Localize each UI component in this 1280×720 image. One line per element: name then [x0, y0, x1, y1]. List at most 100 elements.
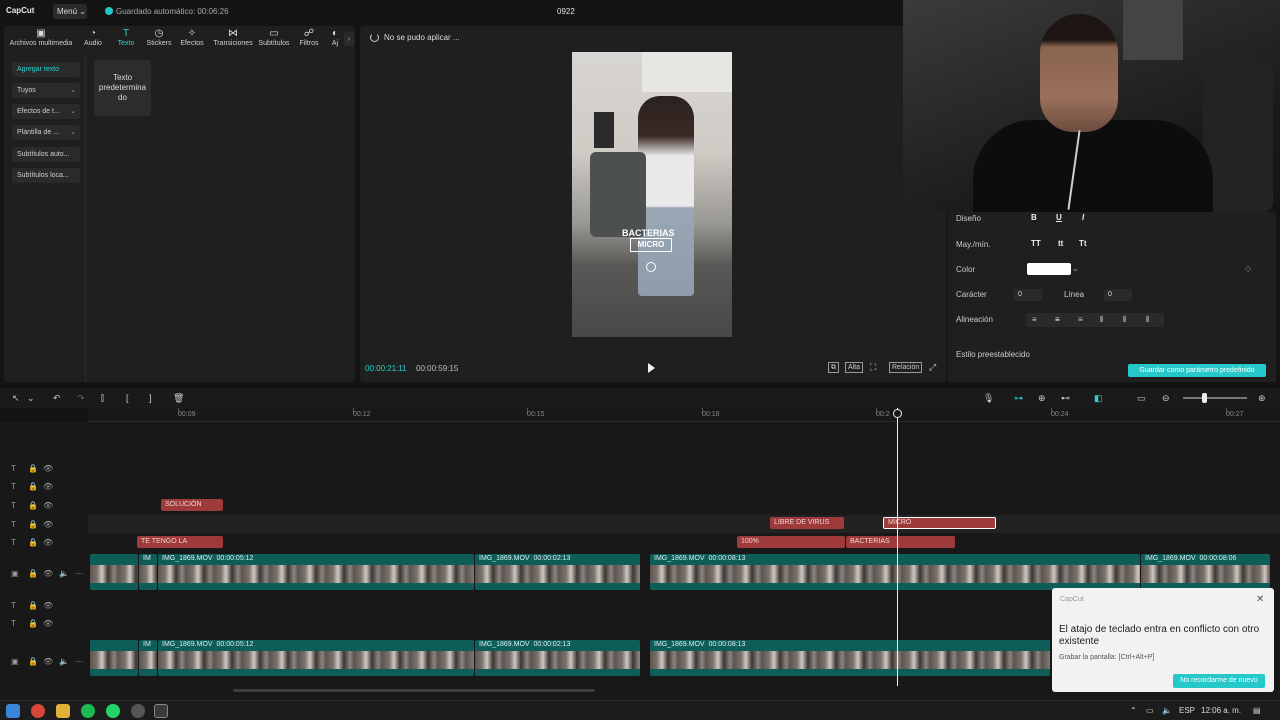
keyframe-icon[interactable]: ◇	[1245, 264, 1251, 273]
undo-icon[interactable]: ↶	[53, 393, 61, 403]
speaker-icon[interactable]: 🔈	[59, 657, 69, 666]
eye-icon[interactable]: 👁	[43, 538, 53, 547]
text-clip[interactable]: BACTERIAS	[846, 536, 955, 548]
vertical-align-bottom-icon[interactable]: ⫴	[1146, 315, 1149, 325]
sidebar-item-templates[interactable]: Plantilla de ... ⌄	[12, 125, 80, 140]
text-clip[interactable]: LIBRE DE VIRUS	[770, 517, 844, 529]
file-explorer-icon[interactable]	[56, 704, 70, 718]
sidebar-item-auto-subtitles[interactable]: Subtítulos auto...	[12, 147, 80, 162]
line-spacing-input[interactable]: 0	[1104, 289, 1132, 301]
rotate-handle-icon[interactable]	[646, 262, 656, 272]
eye-icon[interactable]: 👁	[43, 520, 53, 529]
lock-icon[interactable]: 🔒	[28, 538, 38, 547]
chevron-down-icon[interactable]: ⌄	[1072, 264, 1079, 273]
video-clip[interactable]: IMG_1869.MOV 00:00:08:13	[650, 640, 1050, 676]
timeline-ruler[interactable]: 00:09 00:12 00:15 00:18 00:2 00:24 00:27	[88, 408, 1280, 422]
ratio-button[interactable]: Relación	[889, 362, 923, 373]
split-icon[interactable]: ⫿	[101, 393, 104, 403]
zoom-out-icon[interactable]: ⊖	[1162, 393, 1170, 403]
preview-axis-icon[interactable]: ⊷	[1061, 393, 1070, 403]
dont-remind-button[interactable]: No recordarme de nuevo	[1173, 674, 1265, 688]
tabs-scroll-right-icon[interactable]: ›	[344, 32, 354, 46]
text-clip-selected[interactable]: MICRO	[883, 517, 996, 529]
zoom-in-icon[interactable]: ⊕	[1258, 393, 1266, 403]
character-spacing-input[interactable]: 0	[1014, 289, 1042, 301]
windows-start-icon[interactable]	[6, 704, 20, 718]
align-left-icon[interactable]: ≡	[1032, 315, 1037, 324]
lock-icon[interactable]: 🔒	[28, 464, 38, 473]
whatsapp-icon[interactable]	[106, 704, 120, 718]
save-preset-button[interactable]: Guardar como parámetro predefinido	[1128, 364, 1266, 377]
video-clip[interactable]: IMG_1869.MOV 00:00:05:12	[158, 640, 474, 676]
video-clip[interactable]: IMG_1869.MOV 00:00:05:12	[158, 554, 474, 590]
tab-effects[interactable]: ✧ Efectos	[177, 28, 207, 47]
fullscreen-icon[interactable]: ⤢	[929, 362, 936, 373]
video-clip[interactable]	[90, 640, 138, 676]
link-icon[interactable]: ⊕	[1038, 393, 1046, 403]
video-clip[interactable]: IMG_1869.MOV 00:00:08:13	[650, 554, 1140, 590]
sidebar-item-local-subtitles[interactable]: Subtítulos loca...	[12, 168, 80, 183]
close-icon[interactable]: ✕	[1256, 594, 1264, 605]
chrome-icon[interactable]	[31, 704, 45, 718]
redo-icon[interactable]: ↷	[77, 393, 85, 403]
case-lower-button[interactable]: tt	[1058, 239, 1063, 248]
overlay-text-bacterias[interactable]: BACTERIAS	[622, 228, 675, 238]
case-title-button[interactable]: Tt	[1079, 239, 1087, 248]
notification-icon[interactable]: ▤	[1253, 706, 1261, 715]
playhead[interactable]	[897, 408, 898, 686]
tab-text[interactable]: T Texto	[112, 28, 140, 47]
playhead-handle[interactable]	[893, 409, 902, 418]
lock-icon[interactable]: 🔒	[28, 657, 38, 666]
case-upper-button[interactable]: TT	[1031, 239, 1041, 248]
default-text-tile[interactable]: Texto predetermina do	[94, 60, 151, 116]
lock-icon[interactable]: 🔒	[28, 601, 38, 610]
italic-button[interactable]: I	[1082, 213, 1084, 222]
magnet-icon[interactable]: ⊶	[1014, 393, 1023, 403]
eye-icon[interactable]: 👁	[43, 464, 53, 473]
vertical-align-center-icon[interactable]: ⫴	[1123, 315, 1126, 325]
capcut-taskbar-icon[interactable]	[154, 704, 168, 718]
tab-transitions[interactable]: ⋈ Transiciones	[210, 28, 256, 47]
eye-icon[interactable]: 👁	[43, 501, 53, 510]
video-clip[interactable]: IMG_1869.MOV 00:00:08:06	[1141, 554, 1270, 590]
menu-button[interactable]: Menú ⌄	[53, 4, 87, 19]
video-clip[interactable]: IMG_1869.MOV 00:00:02:13	[475, 554, 640, 590]
tab-audio[interactable]: ◔ Audio	[80, 28, 106, 47]
tab-stickers[interactable]: ◷ Stickers	[144, 28, 174, 47]
sidebar-item-text-effects[interactable]: Efectos de t... ⌄	[12, 104, 80, 119]
select-tool-icon[interactable]: ↖	[12, 393, 20, 403]
preview-status[interactable]: No se pudo aplicar ...	[384, 33, 460, 42]
trim-left-icon[interactable]: [	[126, 393, 129, 403]
lock-icon[interactable]: 🔒	[28, 569, 38, 578]
vertical-align-top-icon[interactable]: ⫴	[1100, 315, 1103, 325]
video-clip[interactable]: IM	[139, 640, 157, 676]
video-clip[interactable]	[90, 554, 138, 590]
eye-icon[interactable]: 👁	[43, 601, 53, 610]
timeline-scrollbar[interactable]	[233, 689, 595, 692]
text-clip[interactable]: SOLUCIÓN	[161, 499, 223, 511]
network-icon[interactable]: ▭	[1146, 706, 1154, 715]
chevron-down-icon[interactable]: ⌄	[27, 393, 35, 403]
snap-icon[interactable]: ◧	[1094, 393, 1103, 403]
lock-icon[interactable]: 🔒	[28, 501, 38, 510]
lock-icon[interactable]: 🔒	[28, 520, 38, 529]
tab-subtitles[interactable]: ▭ Subtítulos	[256, 28, 292, 47]
fit-icon[interactable]: ⧉	[828, 362, 839, 373]
more-icon[interactable]: ⋯	[75, 657, 83, 666]
microphone-icon[interactable]: 🎙	[983, 393, 994, 403]
align-right-icon[interactable]: ≡	[1078, 315, 1083, 324]
video-clip[interactable]: IMG_1869.MOV 00:00:02:13	[475, 640, 640, 676]
lock-icon[interactable]: 🔒	[28, 619, 38, 628]
eye-icon[interactable]: 👁	[43, 482, 53, 491]
trim-right-icon[interactable]: ]	[149, 393, 152, 403]
more-icon[interactable]: ⋯	[75, 569, 83, 578]
spotify-icon[interactable]	[81, 704, 95, 718]
eye-icon[interactable]: 👁	[43, 569, 53, 578]
text-clip[interactable]: TE TENGO LA	[137, 536, 223, 548]
video-frame[interactable]: BACTERIAS MICRO	[572, 52, 732, 337]
text-clip[interactable]: 100%	[737, 536, 845, 548]
overlay-text-micro-selected[interactable]: MICRO	[630, 238, 672, 252]
language-indicator[interactable]: ESP	[1179, 706, 1195, 715]
video-clip[interactable]: IM	[139, 554, 157, 590]
delete-icon[interactable]: 🗑	[173, 393, 184, 403]
